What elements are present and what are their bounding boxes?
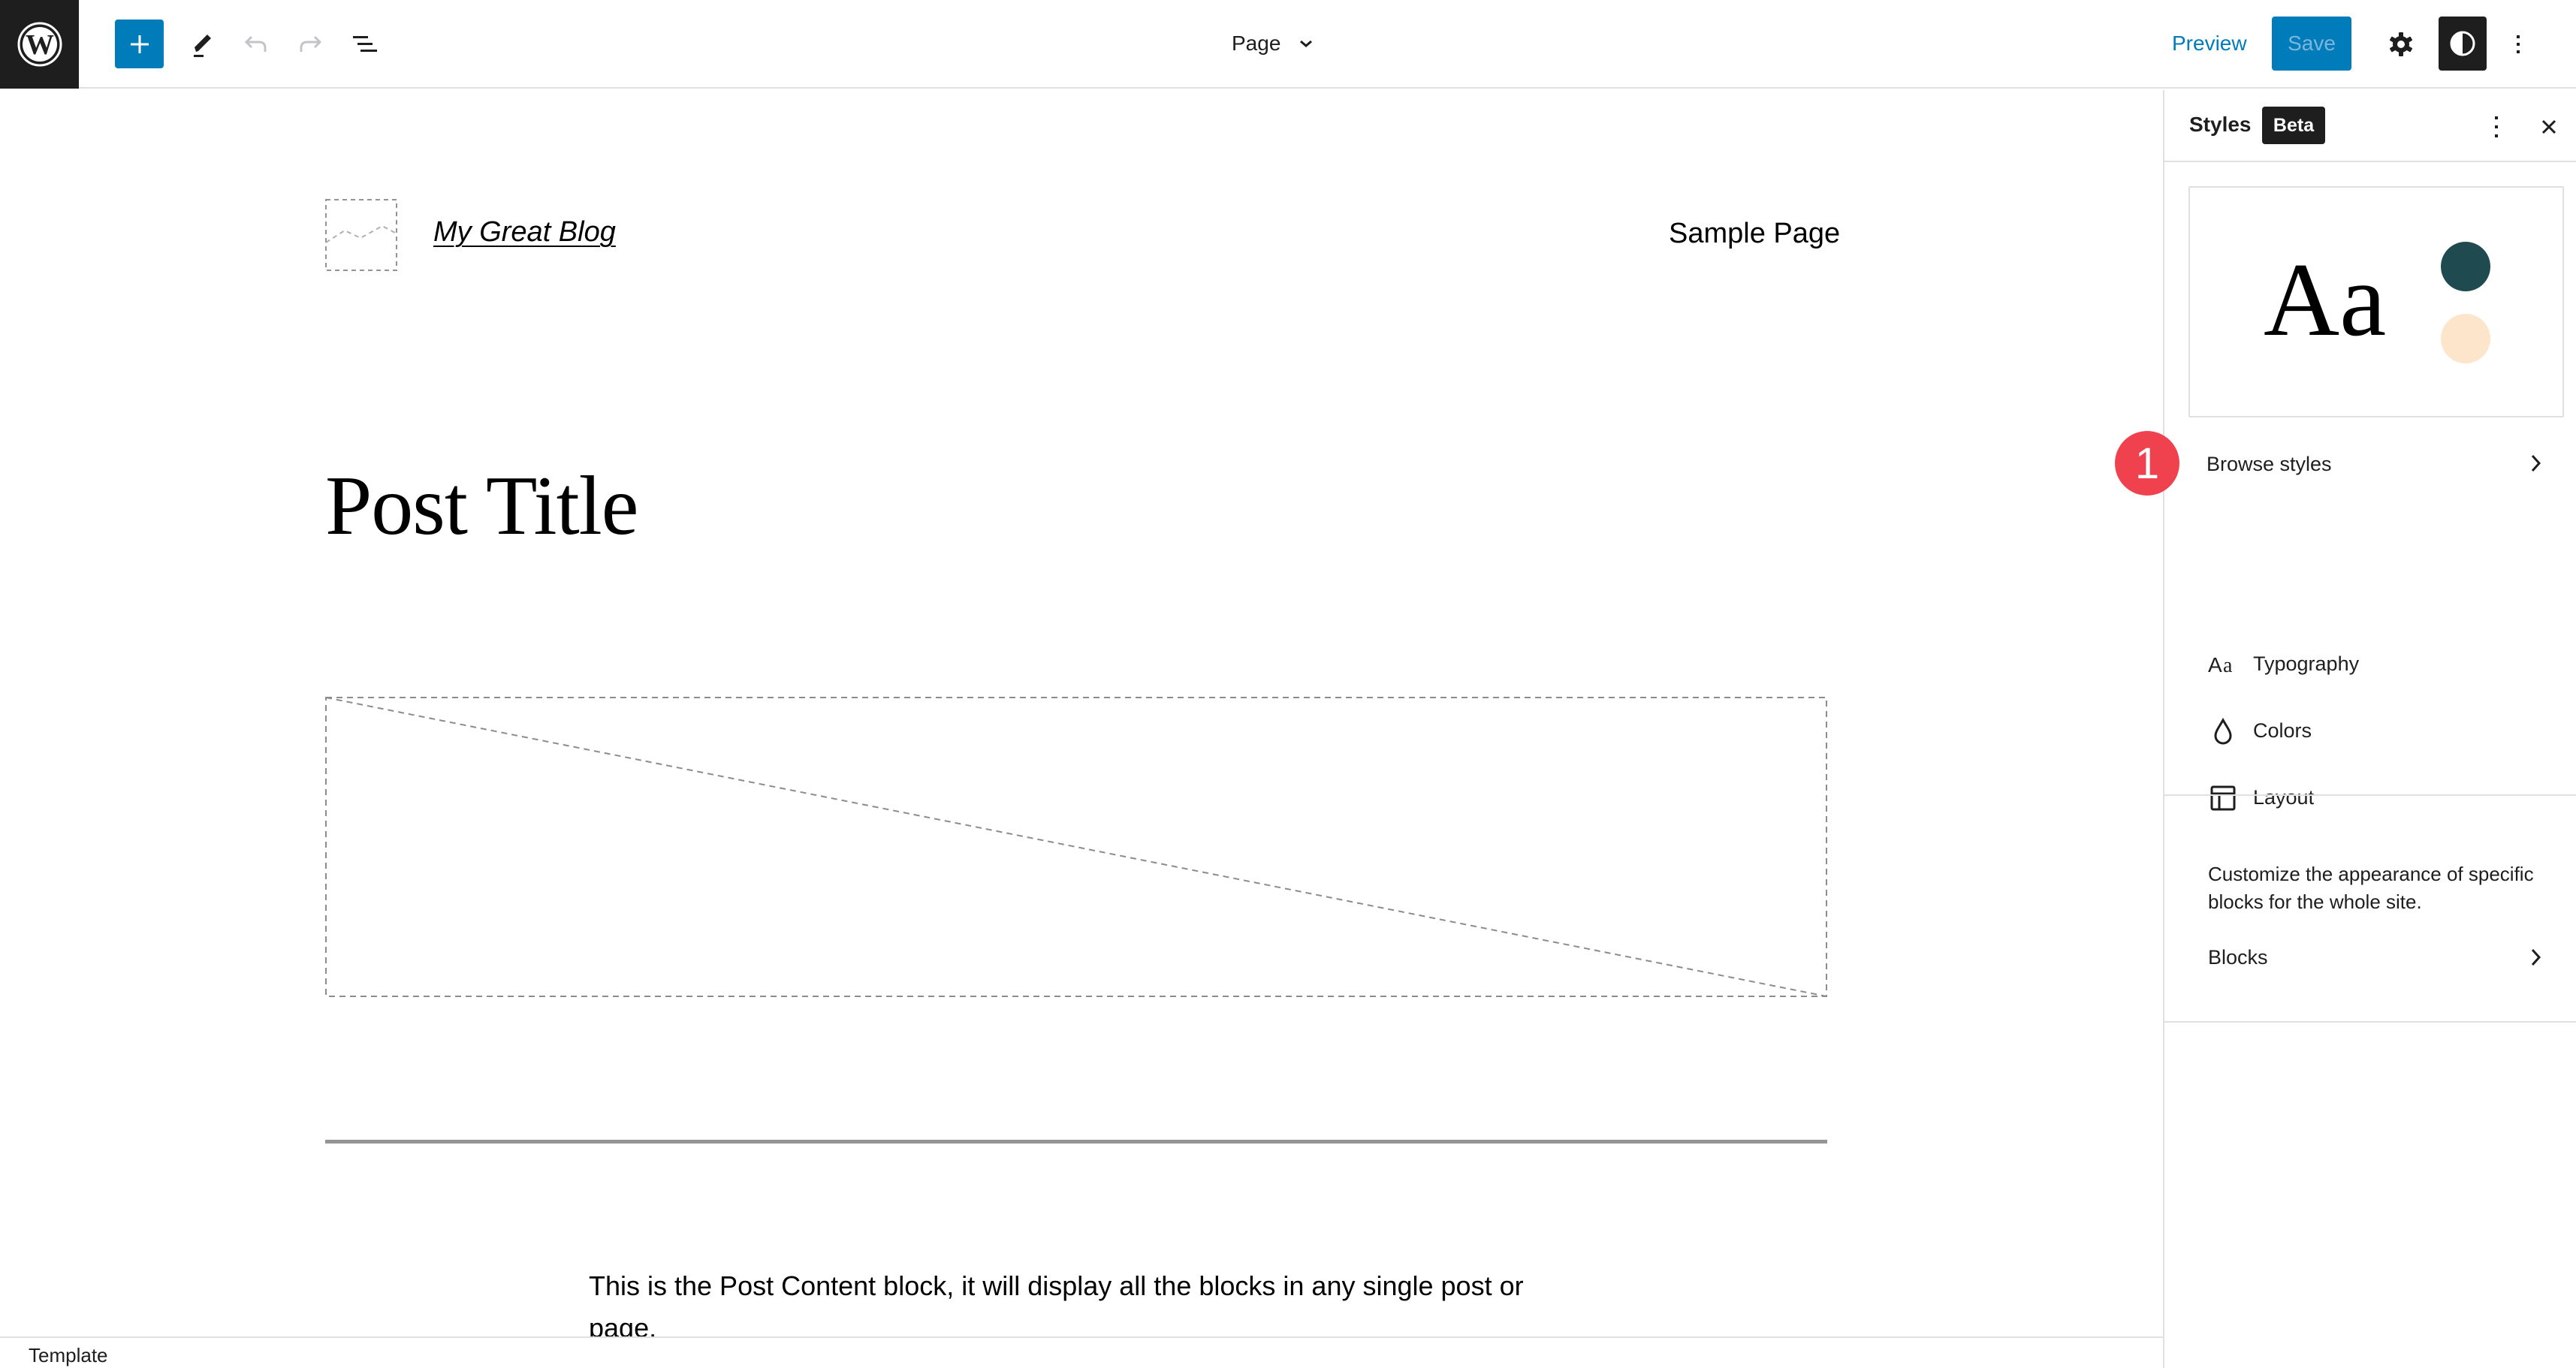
- nav-item-colors[interactable]: Colors: [2188, 698, 2564, 764]
- chevron-down-icon: [1300, 40, 1313, 47]
- settings-button[interactable]: [2376, 20, 2425, 68]
- divider: [2164, 1021, 2576, 1023]
- kebab-menu-icon: [2495, 116, 2498, 137]
- typography-icon: A a: [2208, 649, 2238, 679]
- options-menu-button[interactable]: [2493, 20, 2542, 68]
- navigation-item-sample-page[interactable]: Sample Page: [1669, 218, 1840, 250]
- plus-icon: [130, 35, 149, 53]
- document-title: Page: [1232, 32, 1281, 55]
- undo-button[interactable]: [231, 20, 280, 68]
- save-button[interactable]: Save: [2272, 17, 2351, 71]
- browse-styles-button[interactable]: Browse styles: [2188, 426, 2564, 502]
- blocks-button[interactable]: Blocks: [2188, 924, 2564, 991]
- nav-item-label: Colors: [2253, 719, 2312, 742]
- styles-toggle-button[interactable]: [2439, 17, 2487, 71]
- pencil-icon: [193, 34, 211, 57]
- blocks-description: Customize the appearance of specific blo…: [2208, 863, 2534, 913]
- block-inserter-button[interactable]: [115, 20, 164, 68]
- svg-text:a: a: [2223, 654, 2233, 676]
- half-circle-contrast-icon: [2450, 31, 2475, 56]
- breadcrumb-template[interactable]: Template: [29, 1344, 108, 1367]
- layout-icon: [2208, 783, 2238, 813]
- separator-block[interactable]: [325, 1140, 1827, 1144]
- preview-button[interactable]: Preview: [2161, 17, 2258, 71]
- color-swatch-primary: [2441, 242, 2490, 291]
- divider: [2164, 794, 2576, 796]
- styles-sidebar: Styles Beta Aa Browse styles A a Typogra…: [2163, 90, 2576, 1368]
- close-icon: [2541, 119, 2556, 134]
- redo-icon: [300, 35, 321, 52]
- step-indicator-badge: 1: [2115, 431, 2179, 496]
- nav-item-label: Typography: [2253, 652, 2360, 675]
- post-title[interactable]: Post Title: [325, 458, 639, 555]
- svg-text:A: A: [2208, 653, 2222, 676]
- site-logo-placeholder[interactable]: [325, 199, 397, 271]
- color-swatch-secondary: [2441, 314, 2490, 363]
- kebab-menu-icon: [2516, 35, 2520, 53]
- beta-badge: Beta: [2262, 107, 2325, 144]
- style-preview-card[interactable]: Aa: [2188, 186, 2564, 417]
- preview-sample-text: Aa: [2264, 242, 2387, 358]
- gear-icon: [2389, 32, 2412, 56]
- blocks-label: Blocks: [2208, 945, 2268, 969]
- sidebar-header: Styles Beta: [2164, 90, 2576, 162]
- browse-styles-label: Browse styles: [2206, 452, 2332, 475]
- undo-icon: [244, 35, 266, 52]
- list-view-button[interactable]: [340, 20, 389, 68]
- nav-item-label: Layout: [2253, 786, 2315, 809]
- document-title-dropdown[interactable]: Page: [1232, 23, 1315, 65]
- list-view-icon: [352, 35, 377, 52]
- svg-text:W: W: [26, 29, 54, 61]
- styles-nav-list: A a Typography Colors Layout: [2188, 631, 2564, 831]
- sidebar-title: Styles: [2189, 113, 2252, 136]
- featured-image-placeholder[interactable]: [325, 697, 1827, 997]
- site-title[interactable]: My Great Blog: [433, 216, 616, 249]
- image-placeholder-icon: [325, 224, 397, 243]
- editor-canvas[interactable]: My Great Blog Sample Page Post Title Thi…: [0, 90, 2163, 1336]
- sidebar-options-button[interactable]: [2480, 108, 2513, 146]
- wordpress-logo-button[interactable]: W: [0, 0, 79, 89]
- chevron-right-icon: [2531, 948, 2541, 966]
- post-content-block[interactable]: This is the Post Content block, it will …: [589, 1265, 1565, 1336]
- editor-footer: Template: [0, 1336, 2163, 1368]
- nav-item-layout[interactable]: Layout: [2188, 764, 2564, 831]
- tools-button[interactable]: [177, 20, 226, 68]
- sidebar-close-button[interactable]: [2532, 108, 2565, 146]
- wordpress-logo-icon: W: [17, 22, 62, 67]
- editor-header: W Page Preview Save: [0, 0, 2576, 89]
- droplet-icon: [2208, 716, 2238, 746]
- chevron-right-icon: [2531, 454, 2541, 472]
- nav-item-typography[interactable]: A a Typography: [2188, 631, 2564, 698]
- redo-button[interactable]: [285, 20, 334, 68]
